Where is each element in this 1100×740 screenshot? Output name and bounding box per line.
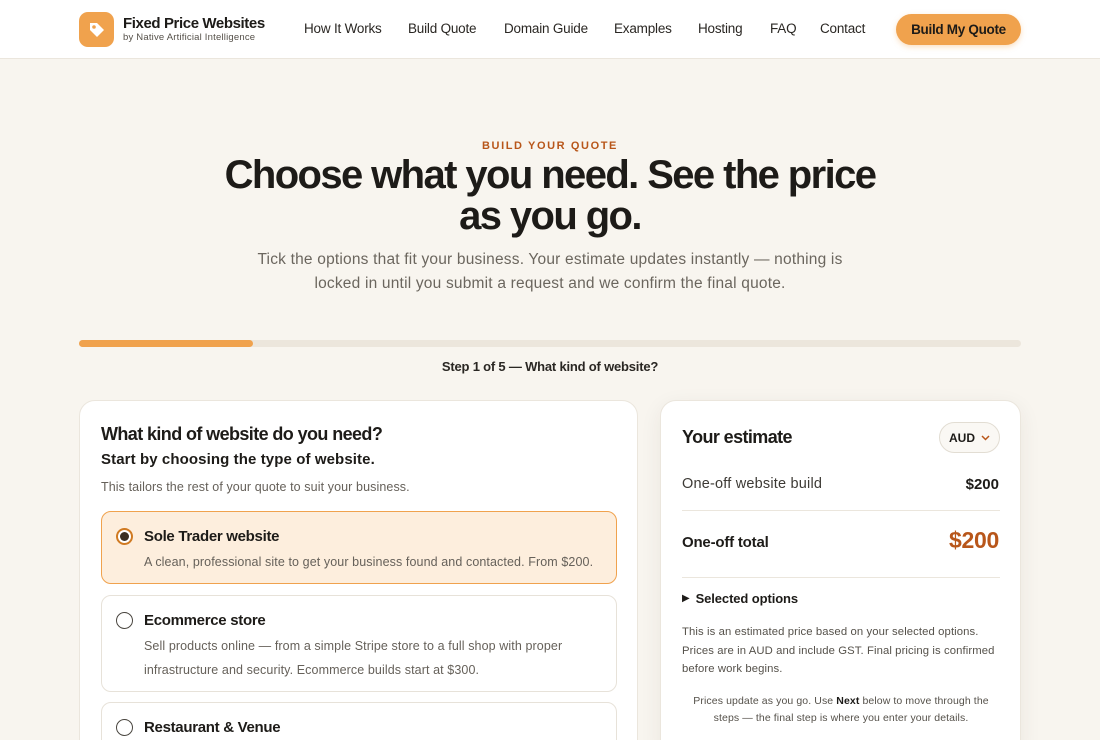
estimate-title: Your estimate <box>682 427 793 447</box>
footnote-next: Next <box>836 695 860 707</box>
divider <box>682 577 1000 578</box>
estimate-card: Your estimate AUD One-off website build … <box>660 400 1021 740</box>
estimate-footnote: Prices update as you go. Use Next below … <box>682 693 1000 727</box>
section-eyebrow: BUILD YOUR QUOTE <box>481 140 618 152</box>
progress-bar-fill <box>79 340 254 347</box>
option-sole-trader[interactable]: Sole Trader website A clean, professiona… <box>101 511 617 584</box>
chevron-down-icon <box>981 434 990 441</box>
option-description: Sell products online — from a simple Str… <box>144 639 563 677</box>
nav-link-faq[interactable]: FAQ <box>770 21 797 36</box>
nav-link-examples[interactable]: Examples <box>614 21 672 36</box>
option-ecommerce[interactable]: Ecommerce store Sell products online — f… <box>101 595 617 692</box>
question-subtitle: Start by choosing the type of website. <box>101 451 375 468</box>
option-name: Restaurant & Venue <box>144 719 281 736</box>
radio-button[interactable] <box>116 528 133 545</box>
option-name: Sole Trader website <box>144 528 280 545</box>
question-card: What kind of website do you need? Start … <box>79 400 638 740</box>
step-indicator: Step 1 of 5 — What kind of website? <box>441 359 659 374</box>
price-tag-logo-icon[interactable] <box>79 12 114 47</box>
brand-tagline: by Native Artificial Intelligence <box>123 32 256 43</box>
nav-link-domain-guide[interactable]: Domain Guide <box>504 21 588 36</box>
build-line-label: One-off website build <box>682 476 823 492</box>
option-description: A clean, professional site to get your b… <box>144 555 594 569</box>
nav-link-hosting[interactable]: Hosting <box>698 21 743 36</box>
page-lead: Tick the options that fit your business.… <box>257 251 843 292</box>
currency-select[interactable]: AUD <box>939 422 1000 453</box>
divider <box>682 510 1000 511</box>
selected-options-label: Selected options <box>695 591 799 606</box>
radio-button[interactable] <box>116 719 133 736</box>
footnote-text: Prices update as you go. Use <box>693 695 837 707</box>
total-value: $200 <box>949 527 999 553</box>
question-title: What kind of website do you need? <box>101 424 383 444</box>
radio-button[interactable] <box>116 612 133 629</box>
nav-link-contact[interactable]: Contact <box>820 21 865 36</box>
option-restaurant-venue[interactable]: Restaurant & Venue <box>101 702 617 740</box>
progress-bar <box>79 340 1021 347</box>
page-title: Choose what you need. See the price as y… <box>224 153 877 238</box>
total-label: One-off total <box>682 534 769 551</box>
option-name: Ecommerce store <box>144 612 266 629</box>
triangle-right-icon: ▶ <box>682 593 690 604</box>
brand-name[interactable]: Fixed Price Websites <box>123 15 265 32</box>
build-my-quote-button[interactable]: Build My Quote <box>896 14 1021 45</box>
selected-options-toggle[interactable]: ▶ Selected options <box>682 591 798 606</box>
build-line-value: $200 <box>965 476 999 493</box>
estimate-note: This is an estimated price based on your… <box>682 626 995 675</box>
nav-link-how-it-works[interactable]: How It Works <box>304 21 382 36</box>
nav-link-build-quote[interactable]: Build Quote <box>408 21 477 36</box>
site-header: Fixed Price Websites by Native Artificia… <box>0 0 1100 59</box>
question-help: This tailors the rest of your quote to s… <box>101 480 410 494</box>
currency-value: AUD <box>949 430 975 445</box>
